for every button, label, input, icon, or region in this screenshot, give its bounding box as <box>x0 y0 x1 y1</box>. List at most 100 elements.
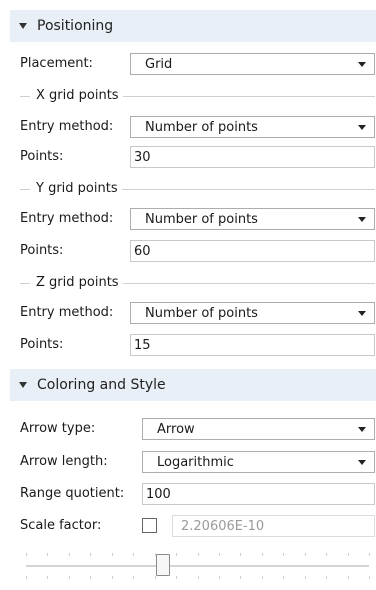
y-entry-method-select[interactable]: Number of points <box>130 208 375 230</box>
slider-tick <box>326 553 327 556</box>
slider-tick <box>262 553 263 556</box>
coloring-section-header[interactable]: Coloring and Style <box>10 369 376 401</box>
slider-tick <box>348 576 349 579</box>
arrow-type-select[interactable]: Arrow <box>142 418 375 440</box>
group-divider <box>20 96 30 97</box>
x-points-input[interactable]: 30 <box>130 146 375 168</box>
slider-tick <box>262 576 263 579</box>
range-quotient-row: Range quotient: 100 <box>20 483 375 505</box>
arrow-length-row: Arrow length: Logarithmic <box>20 451 375 473</box>
placement-row: Placement: Grid <box>20 53 375 75</box>
range-quotient-value: 100 <box>146 487 171 502</box>
slider-tick <box>26 553 27 556</box>
scale-factor-checkbox[interactable] <box>142 518 157 533</box>
slider-tick <box>47 576 48 579</box>
x-entry-method-label: Entry method: <box>20 119 114 134</box>
z-entry-method-label: Entry method: <box>20 305 114 320</box>
z-points-input[interactable]: 15 <box>130 334 375 356</box>
slider-tick <box>176 553 177 556</box>
slider-tick <box>112 576 113 579</box>
y-points-value: 60 <box>134 244 151 259</box>
slider-tick <box>369 553 370 556</box>
slider-tick <box>305 553 306 556</box>
z-grid-points-label: Z grid points <box>36 275 123 290</box>
slider-tick <box>198 576 199 579</box>
chevron-down-icon <box>358 125 366 130</box>
group-divider <box>20 283 30 284</box>
range-quotient-input[interactable]: 100 <box>142 483 375 505</box>
slider-tick <box>283 553 284 556</box>
slider-tick <box>305 576 306 579</box>
x-grid-points-label: X grid points <box>36 88 123 103</box>
slider-track <box>26 565 369 567</box>
y-points-input[interactable]: 60 <box>130 240 375 262</box>
chevron-down-icon <box>358 460 366 465</box>
x-entry-method-row: Entry method: Number of points <box>20 116 375 138</box>
slider-tick <box>69 576 70 579</box>
slider-tick <box>69 553 70 556</box>
scale-factor-slider[interactable] <box>20 548 375 584</box>
slider-tick <box>47 553 48 556</box>
slider-tick <box>348 553 349 556</box>
slider-thumb[interactable] <box>156 554 171 576</box>
arrow-type-label: Arrow type: <box>20 421 96 436</box>
chevron-down-icon <box>358 427 366 432</box>
slider-tick <box>326 576 327 579</box>
scale-factor-row: Scale factor: 2.20606E-10 <box>20 515 375 537</box>
z-points-row: Points: 15 <box>20 334 375 356</box>
slider-tick <box>112 553 113 556</box>
arrow-type-value: Arrow <box>157 422 195 437</box>
x-points-row: Points: 30 <box>20 146 375 168</box>
y-points-row: Points: 60 <box>20 240 375 262</box>
z-entry-method-value: Number of points <box>145 306 258 321</box>
placement-select[interactable]: Grid <box>130 53 375 75</box>
scale-factor-value: 2.20606E-10 <box>181 519 265 534</box>
placement-label: Placement: <box>20 56 93 71</box>
z-entry-method-select[interactable]: Number of points <box>130 302 375 324</box>
y-entry-method-value: Number of points <box>145 212 258 227</box>
x-entry-method-select[interactable]: Number of points <box>130 116 375 138</box>
x-points-label: Points: <box>20 149 64 164</box>
positioning-section-header[interactable]: Positioning <box>10 10 376 42</box>
x-points-value: 30 <box>134 150 151 165</box>
chevron-down-icon <box>358 62 366 67</box>
x-entry-method-value: Number of points <box>145 120 258 135</box>
z-points-label: Points: <box>20 337 64 352</box>
placement-select-value: Grid <box>145 57 173 72</box>
y-entry-method-label: Entry method: <box>20 211 114 226</box>
z-grid-points-group: Z grid points <box>20 275 375 291</box>
z-entry-method-row: Entry method: Number of points <box>20 302 375 324</box>
slider-tick <box>133 576 134 579</box>
group-divider <box>20 189 30 190</box>
slider-tick <box>26 576 27 579</box>
slider-tick <box>240 553 241 556</box>
arrow-length-value: Logarithmic <box>157 455 234 470</box>
slider-tick <box>283 576 284 579</box>
chevron-down-icon <box>358 311 366 316</box>
coloring-section-title: Coloring and Style <box>37 377 166 393</box>
slider-tick <box>90 553 91 556</box>
scale-factor-label: Scale factor: <box>20 518 102 533</box>
arrow-type-row: Arrow type: Arrow <box>20 418 375 440</box>
x-grid-points-group: X grid points <box>20 88 375 104</box>
slider-tick <box>90 576 91 579</box>
slider-tick <box>219 553 220 556</box>
y-points-label: Points: <box>20 243 64 258</box>
slider-tick <box>219 576 220 579</box>
y-grid-points-label: Y grid points <box>36 181 122 196</box>
scale-factor-input: 2.20606E-10 <box>172 515 375 537</box>
y-grid-points-group: Y grid points <box>20 181 375 197</box>
arrow-length-label: Arrow length: <box>20 454 108 469</box>
slider-tick <box>155 576 156 579</box>
positioning-section-title: Positioning <box>37 18 114 34</box>
slider-tick <box>198 553 199 556</box>
range-quotient-label: Range quotient: <box>20 486 125 501</box>
chevron-down-icon <box>358 217 366 222</box>
slider-tick <box>240 576 241 579</box>
arrow-length-select[interactable]: Logarithmic <box>142 451 375 473</box>
caret-down-icon <box>19 23 27 29</box>
slider-tick <box>133 553 134 556</box>
y-entry-method-row: Entry method: Number of points <box>20 208 375 230</box>
caret-down-icon <box>19 382 27 388</box>
slider-tick <box>369 576 370 579</box>
